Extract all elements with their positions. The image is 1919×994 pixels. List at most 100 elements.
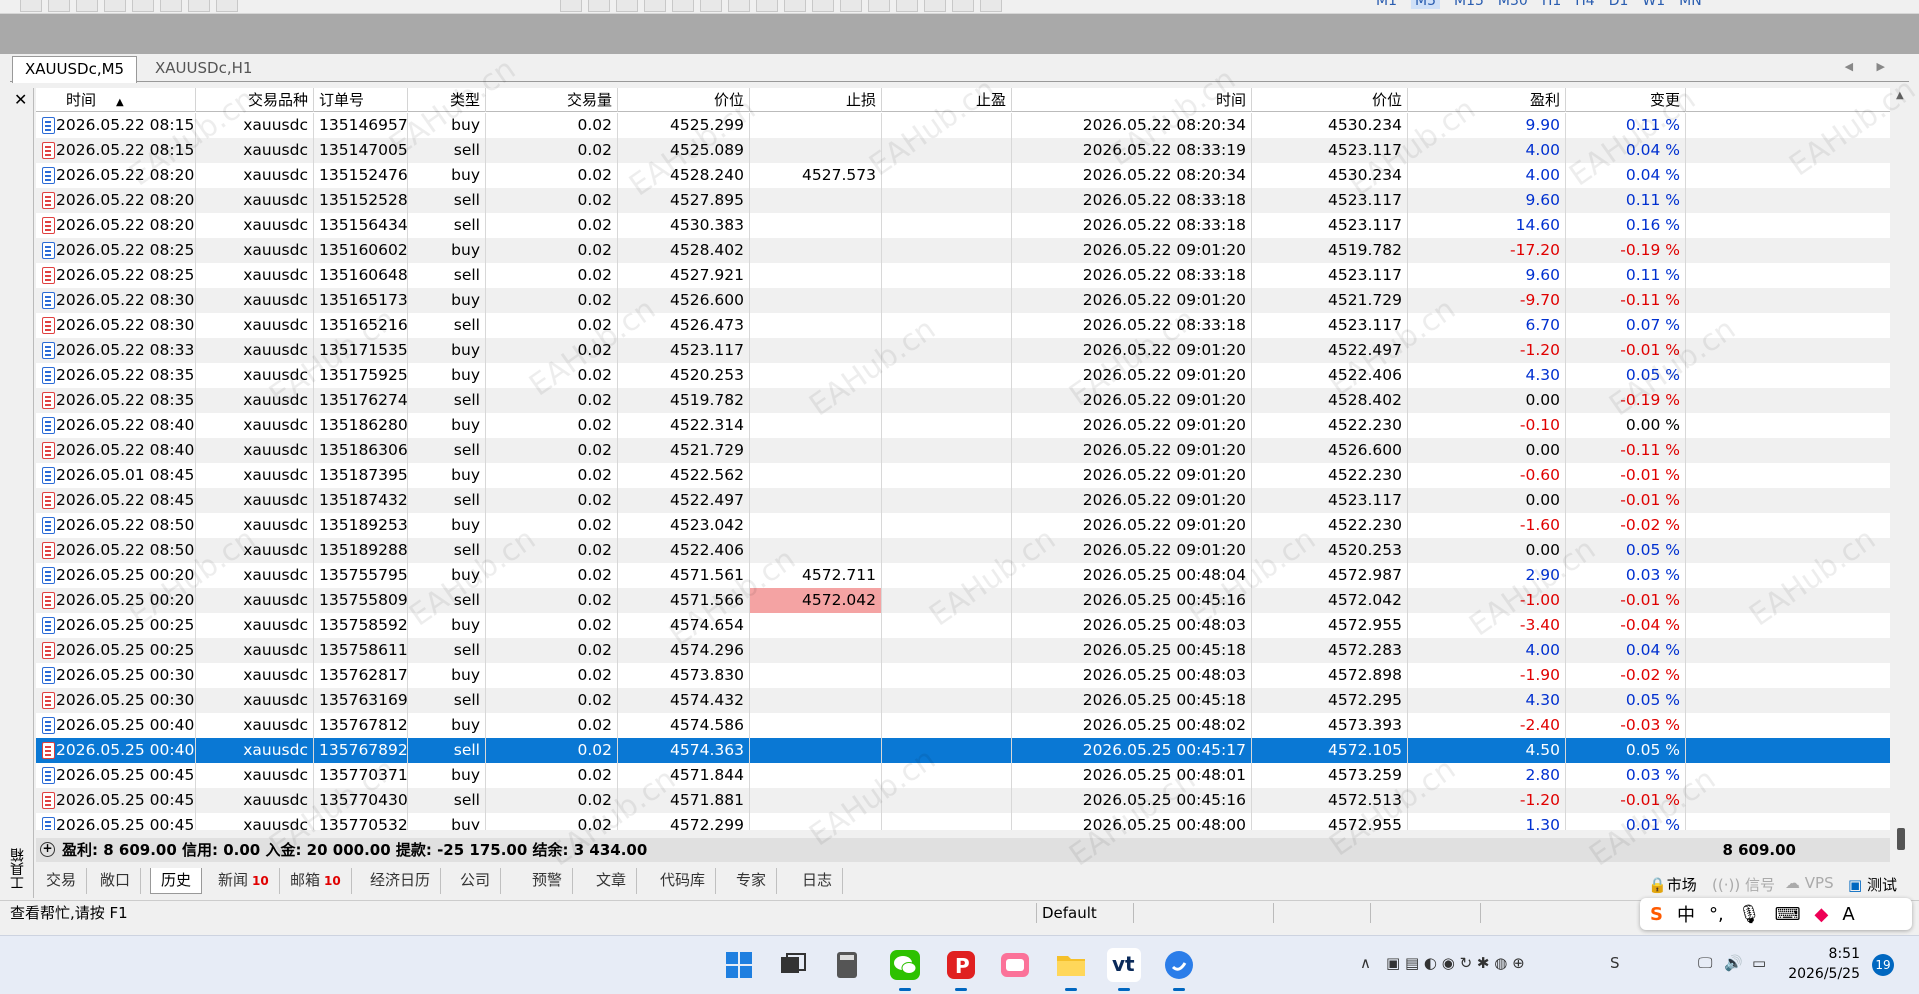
timeframe-w1[interactable]: W1 — [1642, 0, 1665, 9]
table-row[interactable]: 2026.05.25 00:45:03xauusdc1357704304sell… — [36, 788, 1890, 813]
one-click-trading-button[interactable] — [160, 0, 182, 12]
expand-plus-icon[interactable]: + — [40, 842, 55, 857]
table-row[interactable]: 2026.05.22 08:50:02xauusdc1351892883sell… — [36, 538, 1890, 563]
app-p-icon[interactable]: P — [944, 948, 978, 991]
timeframe-m1[interactable]: M1 — [1376, 0, 1397, 9]
tab-7[interactable]: 预警 — [522, 868, 574, 894]
tab-9[interactable]: 代码库 — [650, 868, 717, 894]
table-row[interactable]: 2026.05.22 08:35:03xauusdc1351762743sell… — [36, 388, 1890, 413]
keyboard-icon[interactable]: ⌨ — [1775, 904, 1801, 925]
table-row[interactable]: 2026.05.22 08:15:01xauusdc1351469576buy0… — [36, 113, 1890, 138]
skin-icon[interactable]: ◆ — [1815, 904, 1829, 925]
timeframe-m15[interactable]: M15 — [1454, 0, 1484, 9]
volume-icon[interactable]: 🔊 — [1724, 954, 1743, 972]
tab-4[interactable]: 邮箱 10 — [280, 868, 352, 894]
cursor-icon[interactable] — [840, 0, 862, 12]
chart-shift-icon[interactable] — [756, 0, 778, 12]
column-header-stop-loss[interactable]: 止损 — [750, 88, 882, 112]
notification-badge[interactable]: 19 — [1872, 954, 1894, 976]
tray-chevron-icon[interactable]: ∧ — [1360, 954, 1371, 972]
vt-app-icon[interactable]: vt — [1107, 948, 1141, 991]
table-row[interactable]: 2026.05.25 00:30:02xauusdc1357631697sell… — [36, 688, 1890, 713]
tab-0[interactable]: 交易 — [36, 868, 88, 894]
table-row[interactable]: 2026.05.22 08:20:34xauusdc1351564340sell… — [36, 213, 1890, 238]
network-icon[interactable]: 🖵 — [1698, 954, 1712, 972]
zoom-out-icon[interactable] — [672, 0, 694, 12]
sogou-app-icon[interactable] — [1162, 948, 1196, 991]
table-row[interactable]: 2026.05.25 00:30:01xauusdc1357628176buy0… — [36, 663, 1890, 688]
ime-language[interactable]: 中 — [1677, 901, 1695, 927]
column-header-type[interactable]: 类型 — [408, 88, 486, 112]
close-icon[interactable]: ✕ — [14, 90, 27, 109]
profile-name[interactable]: Default — [1042, 901, 1097, 925]
line-chart-icon[interactable] — [616, 0, 638, 12]
table-row[interactable]: 2026.05.25 00:45:01xauusdc1357703716buy0… — [36, 763, 1890, 788]
column-header-time[interactable]: 时间 ▲ — [36, 88, 196, 112]
signals-link[interactable]: ((·)) 信号 — [1712, 874, 1775, 895]
timeframe-m30[interactable]: M30 — [1498, 0, 1528, 9]
new-order-button[interactable] — [216, 0, 238, 12]
profiles-icon[interactable] — [48, 0, 70, 12]
tab-10[interactable]: 专家 — [726, 868, 778, 894]
column-header-change[interactable]: 变更 — [1566, 88, 1686, 112]
tile-windows-icon[interactable] — [700, 0, 722, 12]
timeframe-mn[interactable]: MN — [1679, 0, 1702, 9]
lock-icon[interactable] — [132, 0, 154, 12]
candle-chart-icon[interactable] — [588, 0, 610, 12]
calculator-icon[interactable] — [830, 948, 864, 982]
punctuation-icon[interactable]: °, — [1709, 904, 1724, 925]
tab-1[interactable]: 敞口 — [90, 868, 142, 894]
column-header-ticket[interactable]: 订单号 — [314, 88, 408, 112]
tab-2[interactable]: 历史 — [150, 868, 203, 894]
table-row[interactable]: 2026.05.22 08:25:02xauusdc1351606485sell… — [36, 263, 1890, 288]
column-header-take-profit[interactable]: 止盈 — [882, 88, 1012, 112]
table-row[interactable]: 2026.05.25 00:20:02xauusdc1357558096sell… — [36, 588, 1890, 613]
timeframe-d1[interactable]: D1 — [1609, 0, 1629, 9]
column-header-close-time[interactable]: 时间 — [1012, 88, 1252, 112]
timeframe-h4[interactable]: H4 — [1575, 0, 1594, 9]
table-row[interactable]: 2026.05.25 00:40:01xauusdc1357678128buy0… — [36, 713, 1890, 738]
tab-6[interactable]: 公司 — [450, 868, 502, 894]
column-header-close-price[interactable]: 价位 — [1252, 88, 1408, 112]
tab-xauusdc-m5[interactable]: XAUUSDc,M5 — [12, 56, 138, 83]
sogou-tray-icon[interactable]: S — [1610, 954, 1620, 972]
vertical-scrollbar[interactable]: ▲ — [1892, 88, 1910, 862]
column-header-volume[interactable]: 交易量 — [486, 88, 618, 112]
table-row[interactable]: 2026.05.22 08:33:19xauusdc1351715353buy0… — [36, 338, 1890, 363]
table-row[interactable]: 2026.05.25 00:20:01xauusdc1357557957buy0… — [36, 563, 1890, 588]
ide-icon[interactable] — [104, 0, 126, 12]
scroll-up-icon[interactable]: ▲ — [1896, 90, 1904, 101]
tab-5[interactable]: 经济日历 — [360, 868, 442, 894]
column-header-symbol[interactable]: 交易品种 — [196, 88, 314, 112]
table-row[interactable]: 2026.05.22 08:40:01xauusdc1351862804buy0… — [36, 413, 1890, 438]
table-row[interactable]: 2026.05.01 08:45:01xauusdc1351873952buy0… — [36, 463, 1890, 488]
timeframe-h1[interactable]: H1 — [1542, 0, 1561, 9]
tab-xauusdc-h1[interactable]: XAUUSDc,H1 — [143, 56, 264, 82]
battery-icon[interactable]: ▭ — [1752, 954, 1766, 972]
table-row[interactable]: 2026.05.25 00:25:01xauusdc1357585922buy0… — [36, 613, 1890, 638]
wechat-icon[interactable] — [888, 948, 922, 991]
table-row[interactable]: 2026.05.22 08:40:02xauusdc1351863065sell… — [36, 438, 1890, 463]
vps-link[interactable]: ☁ VPS — [1785, 874, 1834, 892]
vertical-line-icon[interactable] — [896, 0, 918, 12]
indicators-icon[interactable] — [784, 0, 806, 12]
crosshair-icon[interactable] — [868, 0, 890, 12]
new-chart-icon[interactable] — [20, 0, 42, 12]
tray-apps-icons[interactable]: ▣ ▤ ◐ ◉ ↻ ✱ ◍ ⊕ — [1386, 954, 1525, 972]
bilibili-icon[interactable] — [998, 948, 1032, 982]
zoom-in-icon[interactable] — [644, 0, 666, 12]
table-row[interactable]: 2026.05.22 08:30:01xauusdc1351651737buy0… — [36, 288, 1890, 313]
timeframe-m5[interactable]: M5 — [1411, 0, 1440, 9]
table-row[interactable]: 2026.05.22 08:30:02xauusdc1351652160sell… — [36, 313, 1890, 338]
tester-link[interactable]: ▣ 测试 — [1848, 874, 1897, 895]
sogou-s-icon[interactable]: S — [1650, 904, 1663, 925]
system-clock[interactable]: 8:51 2026/5/25 — [1780, 944, 1860, 984]
table-row[interactable]: 2026.05.22 08:50:01xauusdc1351892539buy0… — [36, 513, 1890, 538]
table-row[interactable]: 2026.05.22 08:20:02xauusdc1351525286sell… — [36, 188, 1890, 213]
scrollbar-thumb[interactable] — [1897, 828, 1905, 850]
tab-3[interactable]: 新闻 10 — [208, 868, 280, 894]
table-row[interactable]: 2026.05.25 00:25:02xauusdc1357586111sell… — [36, 638, 1890, 663]
column-header-profit[interactable]: 盈利 — [1408, 88, 1566, 112]
tab-8[interactable]: 文章 — [586, 868, 638, 894]
auto-trading-button[interactable] — [188, 0, 210, 12]
